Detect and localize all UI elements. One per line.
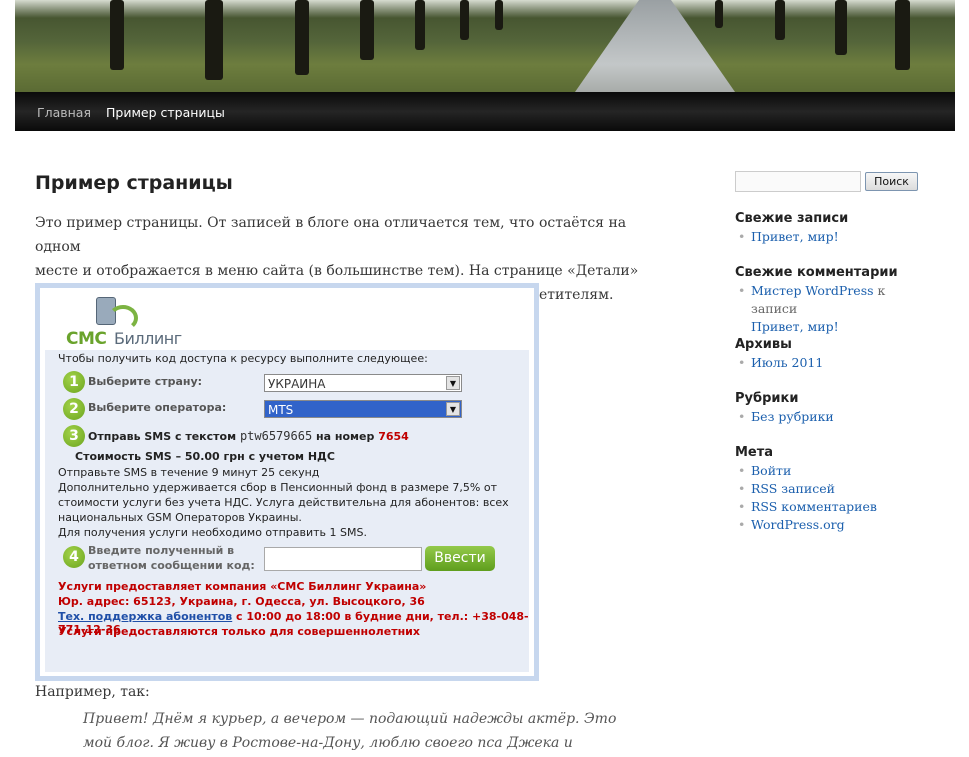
meta-link-login[interactable]: Войти	[751, 463, 791, 478]
meta-link-rss-posts[interactable]: RSS записей	[751, 481, 835, 496]
short-number: 7654	[378, 430, 409, 443]
page-title: Пример страницы	[35, 172, 233, 194]
search-button[interactable]: Поиск	[865, 172, 918, 191]
recent-posts-title: Свежие записи	[735, 211, 849, 226]
example-lead: Например, так:	[35, 684, 150, 700]
count-note: Для получения услуги необходимо отправит…	[58, 526, 367, 539]
sms-text-code: ptw6579665	[239, 429, 313, 443]
company-info: Услуги предоставляет компания «СМС Билли…	[58, 580, 427, 593]
recent-comments-title: Свежие комментарии	[735, 265, 898, 280]
comment-author-link[interactable]: Мистер WordPress	[751, 283, 874, 298]
operator-label: Выберите оператора:	[88, 401, 227, 414]
send-sms-middle: на номер	[316, 430, 375, 443]
access-code-input[interactable]	[264, 547, 422, 571]
chevron-down-icon: ▼	[446, 402, 460, 416]
quote-line: Привет! Днём я курьер, а вечером — подаю…	[83, 711, 617, 727]
company-address: Юр. адрес: 65123, Украина, г. Одесса, ул…	[58, 595, 425, 608]
recent-post-link[interactable]: Привет, мир!	[751, 229, 839, 244]
quote-line: мой блог. Я живу в Ростове-на-Дону, любл…	[83, 735, 573, 751]
list-item: Войти	[735, 462, 877, 480]
list-item: RSS комментариев	[735, 498, 877, 516]
fee-note: Дополнительно удерживается сбор в Пенсио…	[58, 481, 497, 494]
logo-text-billing: Биллинг	[114, 329, 182, 348]
example-quote: Привет! Днём я курьер, а вечером — подаю…	[83, 707, 643, 755]
step-1-badge: 1	[63, 371, 85, 393]
meta-title: Мета	[735, 445, 774, 460]
submit-code-button[interactable]: Ввести	[425, 546, 495, 571]
send-sms-instruction: Отправь SMS с текстом ptw6579665 на номе…	[88, 429, 409, 443]
operator-select[interactable]: MTS ▼	[264, 400, 462, 418]
recent-posts-list: Привет, мир!	[735, 228, 839, 246]
country-select[interactable]: УКРАИНА ▼	[264, 374, 462, 392]
chevron-down-icon: ▼	[446, 376, 460, 390]
main-nav: Главная Пример страницы	[15, 92, 955, 131]
intro-line: месте и отображается в меню сайта (в бол…	[35, 263, 639, 279]
code-label: ответном сообщении код:	[88, 559, 255, 572]
code-label: Введите полученный в	[88, 544, 235, 557]
sms-billing-widget: СМС Биллинг Чтобы получить код доступа к…	[35, 283, 539, 681]
refresh-arrow-icon	[108, 305, 138, 331]
meta-link-wordpress[interactable]: WordPress.org	[751, 517, 845, 532]
nav-item-sample-page[interactable]: Пример страницы	[106, 105, 225, 120]
fee-note: стоимости услуги без учета НДС. Услуга д…	[58, 496, 509, 509]
list-item: Мистер WordPress к записиПривет, мир!	[735, 282, 935, 336]
fee-note: национальных GSM Операторов Украины.	[58, 511, 302, 524]
meta-link-rss-comments[interactable]: RSS комментариев	[751, 499, 877, 514]
recent-comments-list: Мистер WordPress к записиПривет, мир!	[735, 282, 935, 336]
payment-panel: Чтобы получить код доступа к ресурсу вып…	[45, 350, 529, 672]
instruction-text: Чтобы получить код доступа к ресурсу вып…	[58, 352, 428, 365]
sms-cost: Стоимость SMS – 50.00 грн с учетом НДС	[75, 450, 335, 463]
time-note: Отправьте SMS в течение 9 минут 25 секун…	[58, 466, 320, 479]
sms-billing-logo: СМС Биллинг	[58, 293, 182, 353]
step-4-badge: 4	[63, 546, 85, 568]
header-banner-image	[15, 0, 955, 92]
archives-list: Июль 2011	[735, 354, 823, 372]
country-label: Выберите страну:	[88, 375, 203, 388]
list-item: Июль 2011	[735, 354, 823, 372]
categories-title: Рубрики	[735, 391, 799, 406]
meta-list: Войти RSS записей RSS комментариев WordP…	[735, 462, 877, 534]
step-3-badge: 3	[63, 425, 85, 447]
archives-title: Архивы	[735, 337, 792, 352]
adults-only-note: Услуги предоставляются только для соверш…	[58, 625, 420, 638]
comment-post-link[interactable]: Привет, мир!	[751, 319, 839, 334]
list-item: RSS записей	[735, 480, 877, 498]
step-2-badge: 2	[63, 398, 85, 420]
support-link[interactable]: Тех. поддержка абонентов	[58, 610, 232, 623]
country-select-value: УКРАИНА	[268, 377, 326, 391]
list-item: WordPress.org	[735, 516, 877, 534]
categories-list: Без рубрики	[735, 408, 834, 426]
operator-select-value: MTS	[268, 403, 294, 417]
category-link[interactable]: Без рубрики	[751, 409, 834, 424]
nav-item-home[interactable]: Главная	[37, 105, 91, 120]
list-item: Без рубрики	[735, 408, 834, 426]
search-input[interactable]	[735, 171, 861, 192]
logo-text-sms: СМС	[66, 329, 107, 349]
archive-link[interactable]: Июль 2011	[751, 355, 823, 370]
send-sms-prefix: Отправь SMS с текстом	[88, 430, 237, 443]
list-item: Привет, мир!	[735, 228, 839, 246]
intro-line: Это пример страницы. От записей в блоге …	[35, 215, 627, 255]
